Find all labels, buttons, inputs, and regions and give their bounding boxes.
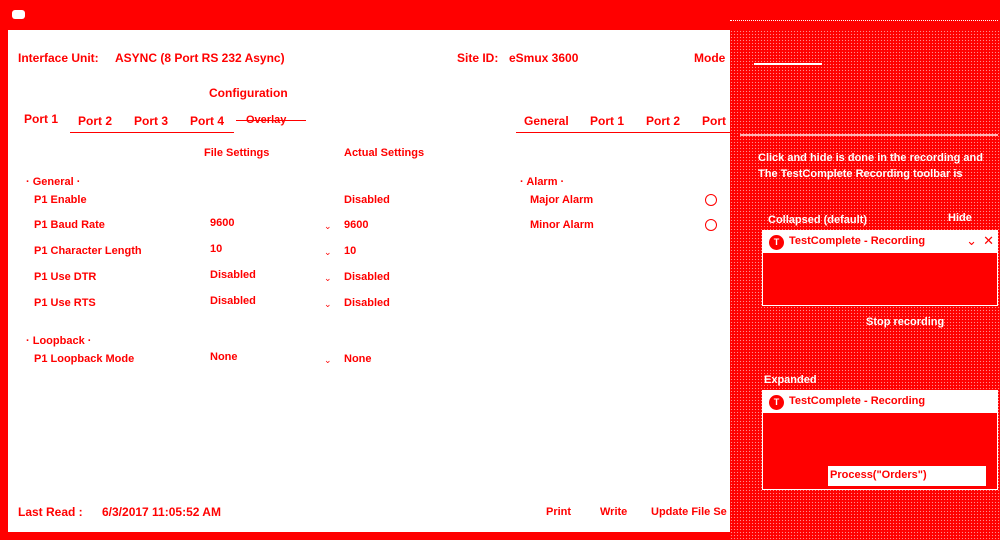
- recording-title: TestComplete - Recording: [789, 235, 926, 247]
- recording-toolbar-header: T TestComplete - Recording ⌄ ✕: [763, 231, 997, 253]
- p1-character-length-actual: 10: [344, 245, 357, 257]
- tab-right-port-1[interactable]: Port 1: [590, 114, 624, 128]
- overlay-line: [740, 134, 998, 136]
- recording-toolbar-collapsed: T TestComplete - Recording ⌄ ✕: [762, 230, 998, 306]
- site-id-label: Site ID:: [457, 51, 499, 65]
- chevron-down-icon[interactable]: ⌄: [324, 247, 332, 258]
- p1-use-rts-file[interactable]: Disabled: [210, 295, 256, 307]
- site-id-value: eSmux 3600: [509, 51, 579, 65]
- recording-overlay: Click and hide is done in the recording …: [730, 30, 1000, 540]
- p1-loopback-mode-label: P1 Loopback Mode: [34, 353, 135, 365]
- p1-use-dtr-actual: Disabled: [344, 271, 390, 283]
- collapsed-label: Collapsed (default): [768, 214, 868, 226]
- recording-title: TestComplete - Recording: [789, 395, 926, 407]
- p1-loopback-mode-actual: None: [344, 353, 372, 365]
- recording-toolbar-header: T TestComplete - Recording: [763, 391, 997, 413]
- p1-use-rts-label: P1 Use RTS: [34, 297, 96, 309]
- tab-right-port-3[interactable]: Port: [702, 114, 726, 128]
- general-group-label: · General ·: [26, 176, 81, 188]
- chevron-down-icon[interactable]: ⌄: [324, 221, 332, 232]
- p1-enable-actual: Disabled: [344, 194, 390, 206]
- info-line-1: Click and hide is done in the recording …: [758, 152, 983, 164]
- p1-use-dtr-file[interactable]: Disabled: [210, 269, 256, 281]
- major-alarm-indicator: [705, 194, 717, 206]
- major-alarm-label: Major Alarm: [530, 194, 594, 206]
- alarm-group-label: · Alarm ·: [520, 176, 565, 188]
- expanded-label: Expanded: [764, 374, 817, 386]
- p1-use-rts-actual: Disabled: [344, 297, 390, 309]
- title-divider: [730, 20, 998, 22]
- write-button[interactable]: Write: [600, 506, 627, 518]
- minor-alarm-label: Minor Alarm: [530, 219, 594, 231]
- last-read-label: Last Read :: [18, 505, 83, 519]
- tab-right-port-2[interactable]: Port 2: [646, 114, 680, 128]
- p1-enable-label: P1 Enable: [34, 194, 87, 206]
- process-text: Process("Orders"): [830, 469, 927, 481]
- chevron-down-icon[interactable]: ⌄: [324, 355, 332, 366]
- tab-underline: [70, 132, 234, 133]
- p1-baud-rate-label: P1 Baud Rate: [34, 219, 105, 231]
- minor-alarm-indicator: [705, 219, 717, 231]
- tab-port-4[interactable]: Port 4: [190, 114, 224, 128]
- print-button[interactable]: Print: [546, 506, 571, 518]
- info-line-2: The TestComplete Recording toolbar is: [758, 168, 963, 180]
- tab-port-3[interactable]: Port 3: [134, 114, 168, 128]
- process-field[interactable]: Process("Orders"): [828, 466, 986, 486]
- testcomplete-logo-icon: T: [769, 235, 784, 250]
- hide-label: Hide: [948, 212, 972, 224]
- close-icon[interactable]: ✕: [983, 233, 994, 249]
- last-read-value: 6/3/2017 11:05:52 AM: [102, 505, 221, 519]
- chevron-down-icon[interactable]: ⌄: [324, 273, 332, 284]
- testcomplete-logo-icon: T: [769, 395, 784, 410]
- configuration-panel: Interface Unit: ASYNC (8 Port RS 232 Asy…: [8, 30, 730, 532]
- chevron-down-icon[interactable]: ⌄: [324, 299, 332, 310]
- tab-port-2[interactable]: Port 2: [78, 114, 112, 128]
- interface-unit-value: ASYNC (8 Port RS 232 Async): [115, 51, 285, 65]
- loopback-group-label: · Loopback ·: [26, 335, 92, 347]
- app-window: Interface Unit: ASYNC (8 Port RS 232 Asy…: [0, 0, 1000, 540]
- right-tab-underline: [516, 132, 730, 133]
- p1-loopback-mode-file[interactable]: None: [210, 351, 238, 363]
- tab-port-1[interactable]: Port 1: [24, 112, 58, 126]
- actual-settings-heading: Actual Settings: [344, 147, 425, 159]
- configuration-title: Configuration: [209, 86, 288, 100]
- p1-character-length-file[interactable]: 10: [210, 243, 222, 255]
- tab-strike: [236, 120, 306, 121]
- p1-baud-rate-file[interactable]: 9600: [210, 217, 234, 229]
- update-file-settings-button[interactable]: Update File Se: [651, 506, 727, 518]
- stop-recording-label: Stop recording: [866, 316, 945, 328]
- p1-baud-rate-actual: 9600: [344, 219, 369, 231]
- file-settings-heading: File Settings: [204, 147, 270, 159]
- tab-general[interactable]: General: [524, 114, 569, 128]
- window-icon: [12, 10, 25, 19]
- p1-use-dtr-label: P1 Use DTR: [34, 271, 97, 283]
- mode-label: Mode: [694, 51, 726, 65]
- overlay-line: [754, 63, 822, 65]
- p1-character-length-label: P1 Character Length: [34, 245, 142, 257]
- interface-unit-label: Interface Unit:: [18, 51, 99, 65]
- chevron-down-icon[interactable]: ⌄: [966, 233, 977, 249]
